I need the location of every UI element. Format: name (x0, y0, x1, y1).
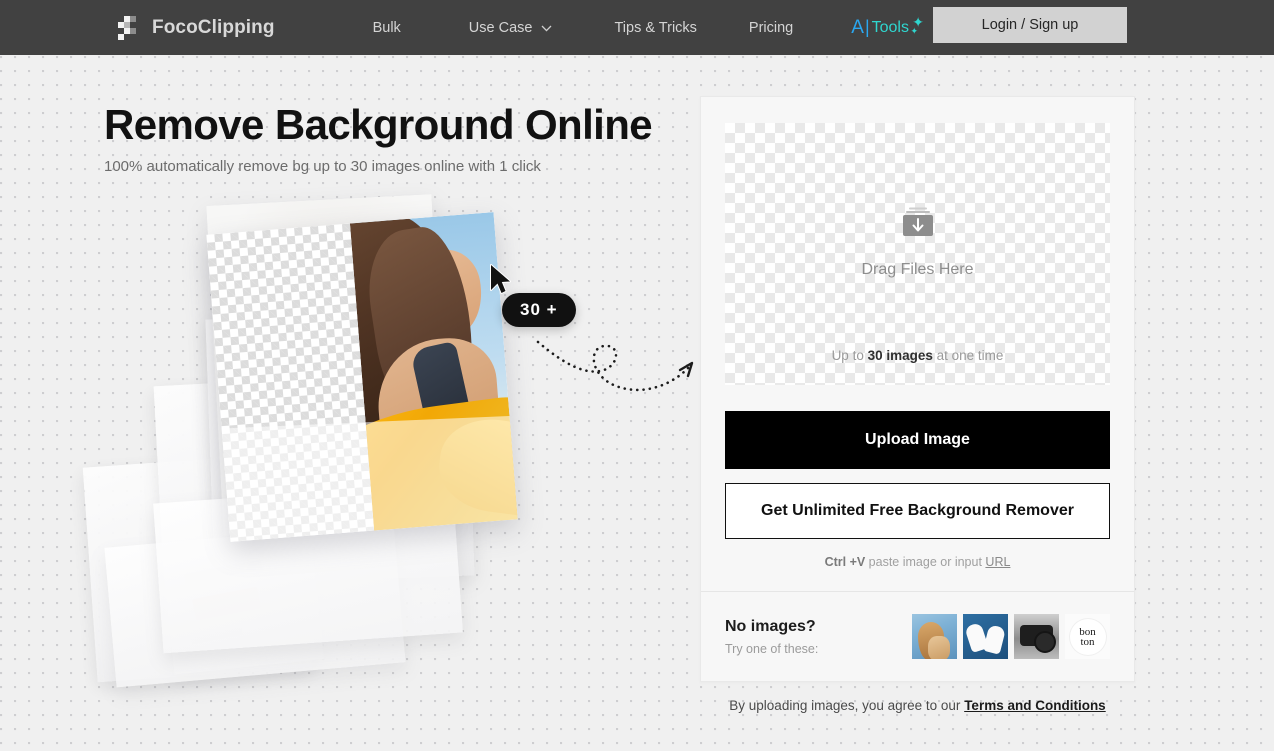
page-title: Remove Background Online (104, 101, 653, 148)
photo-half-transparent-checker (206, 223, 375, 542)
bon-ton-line2: ton (1080, 635, 1095, 648)
url-link[interactable]: URL (985, 555, 1010, 569)
checkerboard-logo-icon (118, 15, 140, 40)
chevron-down-icon (541, 25, 552, 32)
upload-tray-icon (900, 207, 936, 242)
no-images-title: No images? (725, 617, 816, 635)
login-signup-button[interactable]: Login / Sign up (933, 7, 1127, 43)
upload-image-button[interactable]: Upload Image (725, 411, 1110, 469)
nav-item-pricing[interactable]: Pricing (749, 20, 793, 36)
ai-tools-a-letter: A (851, 17, 864, 38)
photo-card-main (206, 212, 518, 542)
sample-woman-sunglasses[interactable] (912, 614, 957, 659)
badge-30-plus: 30 + (502, 293, 576, 327)
paste-shortcut: Ctrl +V (824, 555, 866, 569)
nav-item-use-case[interactable]: Use Case (469, 20, 553, 36)
limit-count: 30 images (867, 348, 933, 363)
sparkle-large-icon: ✦ (912, 14, 924, 30)
photo-half-original (349, 212, 518, 531)
main-nav: Bulk Use Case Tips & Tricks Pricing A | … (373, 15, 924, 38)
brand-logo[interactable]: FocoClipping (118, 15, 275, 40)
brand-name: FocoClipping (152, 16, 275, 38)
nav-item-bulk[interactable]: Bulk (373, 20, 401, 36)
hero-illustration: 30 + (60, 194, 700, 688)
get-unlimited-free-button[interactable]: Get Unlimited Free Background Remover (725, 483, 1110, 539)
sample-camera[interactable] (1014, 614, 1059, 659)
sample-bon-ton-logo[interactable]: bon ton (1065, 614, 1110, 659)
nav-item-label: Bulk (372, 19, 401, 36)
limit-suffix: at one time (932, 348, 1004, 363)
ai-tools-label: Tools (871, 19, 909, 36)
nav-item-label: Tips & Tricks (614, 19, 697, 36)
paste-hint: Ctrl +V paste image or input URL (701, 555, 1134, 569)
no-images-subtitle: Try one of these: (725, 641, 819, 656)
nav-item-tips-tricks[interactable]: Tips & Tricks (614, 20, 696, 36)
limit-prefix: Up to (831, 348, 868, 363)
dropzone-limit-text: Up to 30 images at one time (725, 348, 1110, 363)
dropzone[interactable]: Drag Files Here Up to 30 images at one t… (725, 123, 1110, 385)
ai-tools-bar: | (864, 17, 870, 37)
nav-item-label: Pricing (748, 19, 794, 36)
paste-hint-text: paste image or input (865, 555, 986, 569)
sample-thumbnails: bon ton (912, 614, 1110, 659)
dropzone-label: Drag Files Here (861, 261, 974, 278)
no-images-section: No images? Try one of these: bon ton (701, 592, 1134, 681)
page-subtitle: 100% automatically remove bg up to 30 im… (104, 158, 541, 175)
upload-panel: Drag Files Here Up to 30 images at one t… (700, 96, 1135, 682)
nav-item-ai-tools[interactable]: A | Tools ✦ ✦ (851, 15, 924, 38)
terms-text: By uploading images, you agree to our (729, 698, 965, 713)
terms-and-conditions-link[interactable]: Terms and Conditions (964, 698, 1106, 713)
top-navigation-bar: FocoClipping Bulk Use Case Tips & Tricks… (0, 0, 1274, 55)
terms-notice: By uploading images, you agree to our Te… (700, 698, 1135, 713)
hero-text-block: Remove Background Online 100% automatica… (104, 100, 653, 175)
sample-sneakers[interactable] (963, 614, 1008, 659)
dotted-curved-arrow-icon (530, 330, 710, 405)
mouse-pointer-icon (488, 263, 514, 297)
nav-item-label: Use Case (468, 19, 533, 36)
